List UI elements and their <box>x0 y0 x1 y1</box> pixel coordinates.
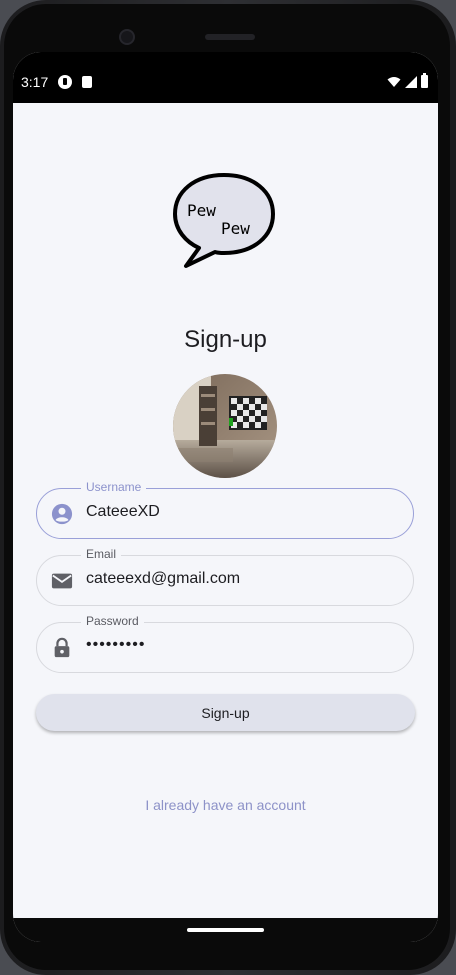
password-label: Password <box>81 614 144 628</box>
mail-icon <box>51 573 73 589</box>
email-input[interactable]: cateeexd@gmail.com <box>86 570 240 588</box>
status-icons <box>387 73 428 88</box>
wifi-icon <box>387 76 401 87</box>
password-input[interactable]: ••••••••• <box>86 636 145 654</box>
logo-text-line2: Pew <box>221 219 250 238</box>
logo-text-line1: Pew <box>187 201 216 220</box>
username-label: Username <box>81 480 147 494</box>
email-field[interactable]: Email cateeexd@gmail.com <box>36 547 414 606</box>
status-time: 3:17 <box>21 73 49 90</box>
avatar-room-image <box>173 374 277 478</box>
username-field[interactable]: Username CateeeXD <box>36 480 414 539</box>
status-bar: 3:17 <box>13 52 438 103</box>
signup-button[interactable]: Sign-up <box>36 694 415 731</box>
earpiece-speaker <box>205 34 255 40</box>
front-camera <box>119 29 135 45</box>
page-title: Sign-up <box>184 326 267 353</box>
cell-signal-icon <box>405 75 417 88</box>
home-gesture-bar[interactable] <box>187 928 264 932</box>
account-circle-icon <box>51 503 73 525</box>
login-link[interactable]: I already have an account <box>13 797 438 813</box>
username-input[interactable]: CateeeXD <box>86 503 160 521</box>
profile-avatar[interactable] <box>173 374 277 478</box>
password-field[interactable]: Password ••••••••• <box>36 614 414 673</box>
battery-icon <box>421 73 428 88</box>
lock-icon <box>54 637 70 658</box>
notification-app-icon <box>58 74 73 89</box>
pew-pew-logo: Pew Pew <box>173 173 275 268</box>
app-screen: 3:17 Pew Pew Sign-up Username CateeeXD E… <box>13 52 438 942</box>
sim-card-icon <box>82 75 93 88</box>
email-label: Email <box>81 547 122 561</box>
